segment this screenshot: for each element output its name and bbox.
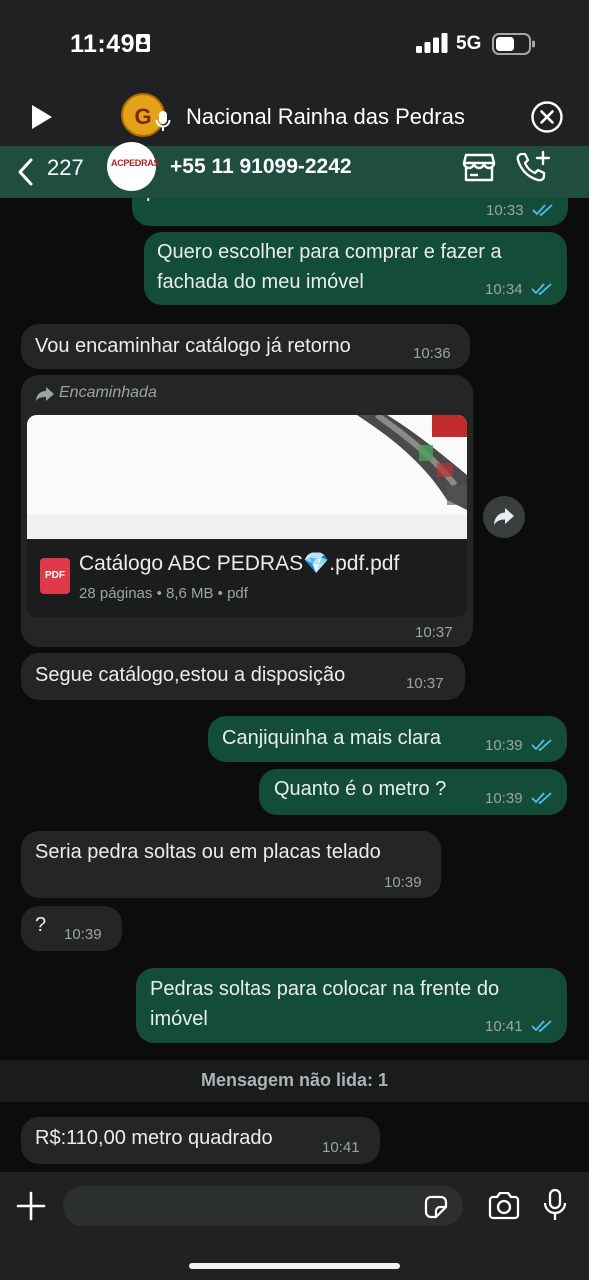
message-bubble-incoming[interactable]: Seria pedra soltas ou em placas telado 1…: [21, 831, 441, 898]
message-time: 10:33: [486, 202, 524, 219]
message-input[interactable]: [63, 1186, 463, 1226]
message-bubble-incoming[interactable]: ? 10:39: [21, 906, 122, 951]
message-time: 10:39: [485, 790, 523, 807]
message-bubble-incoming[interactable]: R$:110,00 metro quadrado 10:41: [21, 1117, 380, 1164]
back-chevron-icon[interactable]: [14, 154, 38, 190]
message-bubble-outgoing[interactable]: Pedras soltas para colocar na frente do …: [136, 968, 567, 1043]
storefront-icon[interactable]: [462, 151, 496, 183]
camera-icon[interactable]: [487, 1192, 521, 1220]
message-bubble-outgoing[interactable]: pedras 10:33: [132, 198, 568, 226]
back-unread-count[interactable]: 227: [47, 155, 84, 181]
message-time: 10:39: [64, 926, 102, 943]
message-text: Canjiquinha a mais clara: [222, 727, 442, 749]
contact-name[interactable]: +55 11 91099-2242: [170, 155, 352, 179]
status-time: 11:49: [70, 30, 136, 58]
home-indicator[interactable]: [189, 1263, 400, 1269]
microphone-icon: [155, 110, 171, 132]
message-input-bar: [0, 1172, 589, 1280]
message-text: R$:110,00 metro quadrado: [35, 1127, 273, 1149]
id-card-icon: [135, 33, 151, 53]
play-icon[interactable]: [30, 103, 54, 131]
document-info[interactable]: PDF Catálogo ABC PEDRAS💎.pdf.pdf 28 pági…: [27, 539, 467, 617]
double-check-icon: [532, 203, 554, 217]
message-text: ?: [35, 914, 47, 936]
message-text: Vou encaminhar catálogo já retorno: [35, 335, 351, 357]
document-meta: 28 páginas • 8,6 MB • pdf: [79, 585, 248, 602]
avatar-logo-text: ACPEDRAS: [111, 158, 160, 168]
double-check-icon: [531, 282, 553, 296]
status-bar: 11:49 5G: [0, 0, 589, 88]
message-time: 10:41: [322, 1139, 360, 1156]
cellular-signal-icon: [416, 33, 448, 53]
message-bubble-outgoing[interactable]: Quero escolher para comprar e fazer a fa…: [144, 232, 567, 305]
message-bubble-outgoing[interactable]: Canjiquinha a mais clara 10:39: [208, 716, 567, 762]
message-bubble-incoming[interactable]: Vou encaminhar catálogo já retorno 10:36: [21, 324, 470, 369]
chat-area[interactable]: pedras 10:33 Quero escolher para comprar…: [0, 198, 589, 1172]
message-bubble-incoming[interactable]: Segue catálogo,estou a disposição 10:37: [21, 653, 465, 700]
message-time: 10:36: [413, 345, 451, 362]
sticker-icon[interactable]: [423, 1194, 449, 1220]
plus-icon[interactable]: [16, 1191, 46, 1221]
banner-title: Nacional Rainha das Pedras: [186, 104, 465, 129]
battery-icon: [492, 33, 536, 55]
message-time: 10:39: [384, 874, 422, 891]
message-text: Segue catálogo,estou a disposição: [35, 664, 346, 686]
chat-header: 227 ACPEDRAS +55 11 91099-2242: [0, 142, 589, 198]
double-check-icon: [531, 738, 553, 752]
message-text: Quanto é o metro ?: [274, 778, 447, 800]
message-bubble-outgoing[interactable]: Quanto é o metro ? 10:39: [259, 769, 567, 815]
message-time: 10:34: [485, 281, 523, 298]
unread-divider: Mensagem não lida: 1: [0, 1060, 589, 1102]
message-text: pedras: [146, 198, 207, 206]
forward-arrow-icon: [35, 386, 55, 402]
message-time: 10:37: [415, 624, 453, 641]
double-check-icon: [531, 1019, 553, 1033]
message-time: 10:37: [406, 675, 444, 692]
microphone-icon[interactable]: [542, 1188, 568, 1222]
contact-avatar[interactable]: ACPEDRAS: [107, 142, 160, 191]
message-text: Seria pedra soltas ou em placas telado: [35, 841, 381, 863]
forwarded-document-message[interactable]: Encaminhada PDF Catálogo ABC PEDRAS💎.pdf…: [21, 375, 473, 647]
share-forward-button[interactable]: [483, 496, 525, 538]
pdf-file-icon: PDF: [40, 558, 70, 594]
message-time: 10:39: [485, 737, 523, 754]
document-preview-thumbnail[interactable]: [27, 415, 467, 539]
pdf-icon-label: PDF: [45, 570, 65, 581]
network-type: 5G: [456, 33, 482, 54]
document-name: Catálogo ABC PEDRAS💎.pdf.pdf: [79, 552, 400, 575]
forwarded-label: Encaminhada: [59, 384, 157, 401]
unread-divider-text: Mensagem não lida: 1: [200, 1070, 389, 1090]
close-icon[interactable]: [530, 100, 564, 134]
double-check-icon: [531, 791, 553, 805]
message-time: 10:41: [485, 1018, 523, 1035]
call-banner[interactable]: G Nacional Rainha das Pedras: [0, 88, 589, 146]
add-call-icon[interactable]: [515, 150, 551, 184]
